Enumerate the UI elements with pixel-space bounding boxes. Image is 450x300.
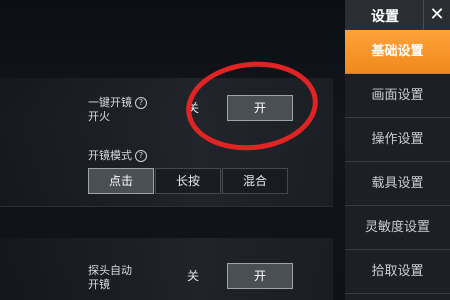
scope-mode-option-hold[interactable]: 长按: [155, 168, 221, 194]
sidebar-header: 设置 ✕: [345, 0, 450, 30]
sidebar-item-graphics-settings[interactable]: 画面设置: [345, 74, 450, 118]
help-icon[interactable]: ?: [135, 150, 147, 162]
scope-mode-selector: 点击 长按 混合: [88, 168, 289, 194]
sidebar-item-pickup-settings[interactable]: 拾取设置: [345, 250, 450, 294]
peek-auto-scope-label-line2: 开镜: [88, 278, 110, 291]
peek-auto-scope-label: 探头自动 开镜: [88, 264, 132, 292]
scope-mode-option-tap[interactable]: 点击: [88, 168, 154, 194]
scope-mode-label: 开镜模式?: [88, 149, 147, 163]
peek-auto-scope-on-button[interactable]: 开: [227, 263, 293, 289]
section-divider: [0, 206, 333, 207]
sidebar-item-sensitivity-settings[interactable]: 灵敏度设置: [345, 206, 450, 250]
peek-auto-scope-toggle: 关 开: [160, 263, 294, 289]
sidebar-item-controls-settings[interactable]: 操作设置: [345, 118, 450, 162]
peek-auto-scope-off-button[interactable]: 关: [160, 263, 226, 289]
sidebar-item-basic-settings[interactable]: 基础设置: [345, 30, 450, 74]
settings-sidebar: 设置 ✕ 基础设置 画面设置 操作设置 载具设置 灵敏度设置 拾取设置: [345, 0, 450, 300]
one-key-scope-label-line1: 一键开镜: [88, 96, 132, 109]
scope-mode-option-mixed[interactable]: 混合: [222, 168, 288, 194]
sidebar-title: 设置: [371, 9, 399, 25]
game-settings-screen: 一键开镜? 开火 关 开 开镜模式? 点击 长按 混合 探头自动 开镜 关 开 …: [0, 0, 450, 300]
peek-auto-scope-label-line1: 探头自动: [88, 264, 132, 277]
one-key-scope-label-line2: 开火: [88, 110, 110, 123]
sidebar-item-vehicle-settings[interactable]: 载具设置: [345, 162, 450, 206]
close-icon[interactable]: ✕: [423, 0, 450, 30]
scope-mode-label-text: 开镜模式: [88, 149, 132, 162]
help-icon[interactable]: ?: [135, 97, 147, 109]
one-key-scope-label: 一键开镜? 开火: [88, 96, 147, 124]
